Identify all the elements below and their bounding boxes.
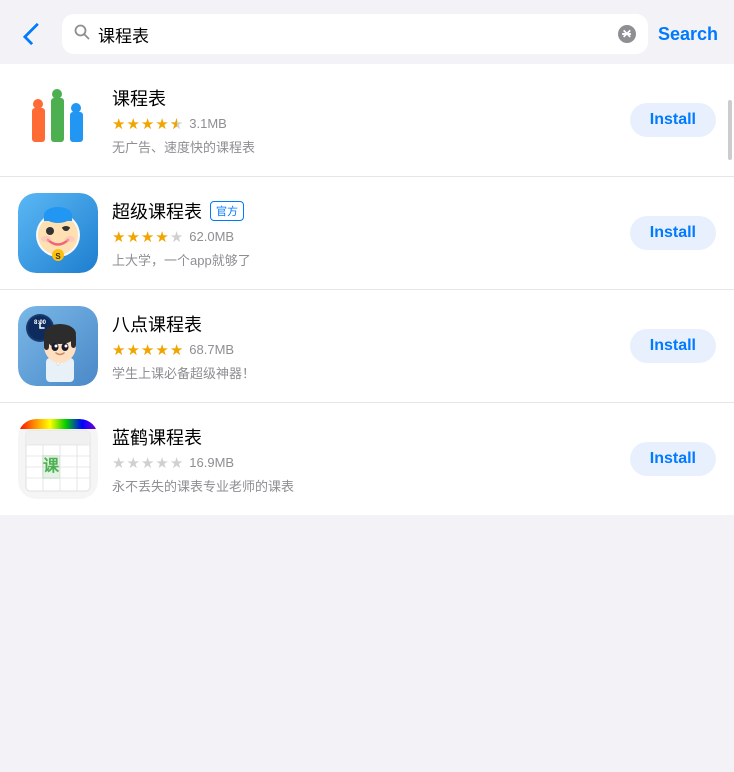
stars: ★ ★ ★ ★ ★ <box>112 228 183 246</box>
app-info-kechengbiao: 课程表 ★ ★ ★ ★ ★★ 3.1MB 无广告、速度快的课程表 <box>112 85 616 156</box>
app-size: 3.1MB <box>189 116 227 131</box>
svg-text:S: S <box>55 252 61 261</box>
app-name: 八点课程表 <box>112 311 202 337</box>
app-item-kechengbiao[interactable]: 课程表 ★ ★ ★ ★ ★★ 3.1MB 无广告、速度快的课程表 Install <box>0 64 734 177</box>
app-title-row: 蓝鹤课程表 <box>112 424 616 450</box>
search-icon <box>74 24 90 45</box>
rating-row: ★ ★ ★ ★ ★★ 3.1MB <box>112 115 616 133</box>
search-bar: 课程表 ✕ <box>62 14 648 54</box>
app-name: 课程表 <box>112 85 166 111</box>
app-name: 蓝鹤课程表 <box>112 424 202 450</box>
results-list: 课程表 ★ ★ ★ ★ ★★ 3.1MB 无广告、速度快的课程表 Install <box>0 64 734 515</box>
app-size: 16.9MB <box>189 455 234 470</box>
app-item-super[interactable]: S 超级课程表 官方 ★ ★ ★ ★ ★ 62.0MB 上大学，一个app就够了… <box>0 177 734 290</box>
app-desc: 上大学，一个app就够了 <box>112 250 616 269</box>
app-size: 68.7MB <box>189 342 234 357</box>
app-icon-kechengbiao <box>18 80 98 160</box>
app-item-lanhe[interactable]: 课 蓝鹤课程表 ★ ★ ★ ★ ★ 16.9MB 永不丢失的课表专业老师的课表 … <box>0 403 734 515</box>
app-size: 62.0MB <box>189 229 234 244</box>
rating-row: ★ ★ ★ ★ ★ 16.9MB <box>112 454 616 472</box>
app-info-lanhe: 蓝鹤课程表 ★ ★ ★ ★ ★ 16.9MB 永不丢失的课表专业老师的课表 <box>112 424 616 495</box>
rating-row: ★ ★ ★ ★ ★ 62.0MB <box>112 228 616 246</box>
svg-text:课: 课 <box>43 457 60 475</box>
install-button-kechengbiao[interactable]: Install <box>630 103 716 137</box>
star-half: ★★ <box>170 115 183 133</box>
app-desc: 永不丢失的课表专业老师的课表 <box>112 476 616 495</box>
install-button-super[interactable]: Install <box>630 216 716 250</box>
install-button-badian[interactable]: Install <box>630 329 716 363</box>
scrollbar-track[interactable] <box>728 100 732 752</box>
app-title-row: 课程表 <box>112 85 616 111</box>
rating-row: ★ ★ ★ ★ ★ 68.7MB <box>112 341 616 359</box>
stars: ★ ★ ★ ★ ★★ <box>112 115 183 133</box>
app-icon-lanhe: 课 <box>18 419 98 499</box>
app-title-row: 八点课程表 <box>112 311 616 337</box>
back-button[interactable] <box>16 16 52 52</box>
app-icon-super: S <box>18 193 98 273</box>
search-input[interactable]: 课程表 <box>98 24 610 44</box>
install-button-lanhe[interactable]: Install <box>630 442 716 476</box>
back-chevron-icon <box>23 23 46 46</box>
app-desc: 无广告、速度快的课程表 <box>112 137 616 156</box>
app-info-badian: 八点课程表 ★ ★ ★ ★ ★ 68.7MB 学生上课必备超级神器！ <box>112 311 616 382</box>
app-icon-badian: 8:00 <box>18 306 98 386</box>
app-desc: 学生上课必备超级神器！ <box>112 363 616 382</box>
header: 课程表 ✕ Search <box>0 0 734 64</box>
app-title-row: 超级课程表 官方 <box>112 198 616 224</box>
stars: ★ ★ ★ ★ ★ <box>112 454 183 472</box>
official-badge: 官方 <box>210 201 244 221</box>
app-name: 超级课程表 <box>112 198 202 224</box>
app-item-badian[interactable]: 8:00 <box>0 290 734 403</box>
scrollbar-thumb[interactable] <box>728 100 732 160</box>
search-button[interactable]: Search <box>658 24 718 45</box>
clear-button[interactable]: ✕ <box>618 25 636 43</box>
stars: ★ ★ ★ ★ ★ <box>112 341 183 359</box>
app-info-super: 超级课程表 官方 ★ ★ ★ ★ ★ 62.0MB 上大学，一个app就够了 <box>112 198 616 269</box>
